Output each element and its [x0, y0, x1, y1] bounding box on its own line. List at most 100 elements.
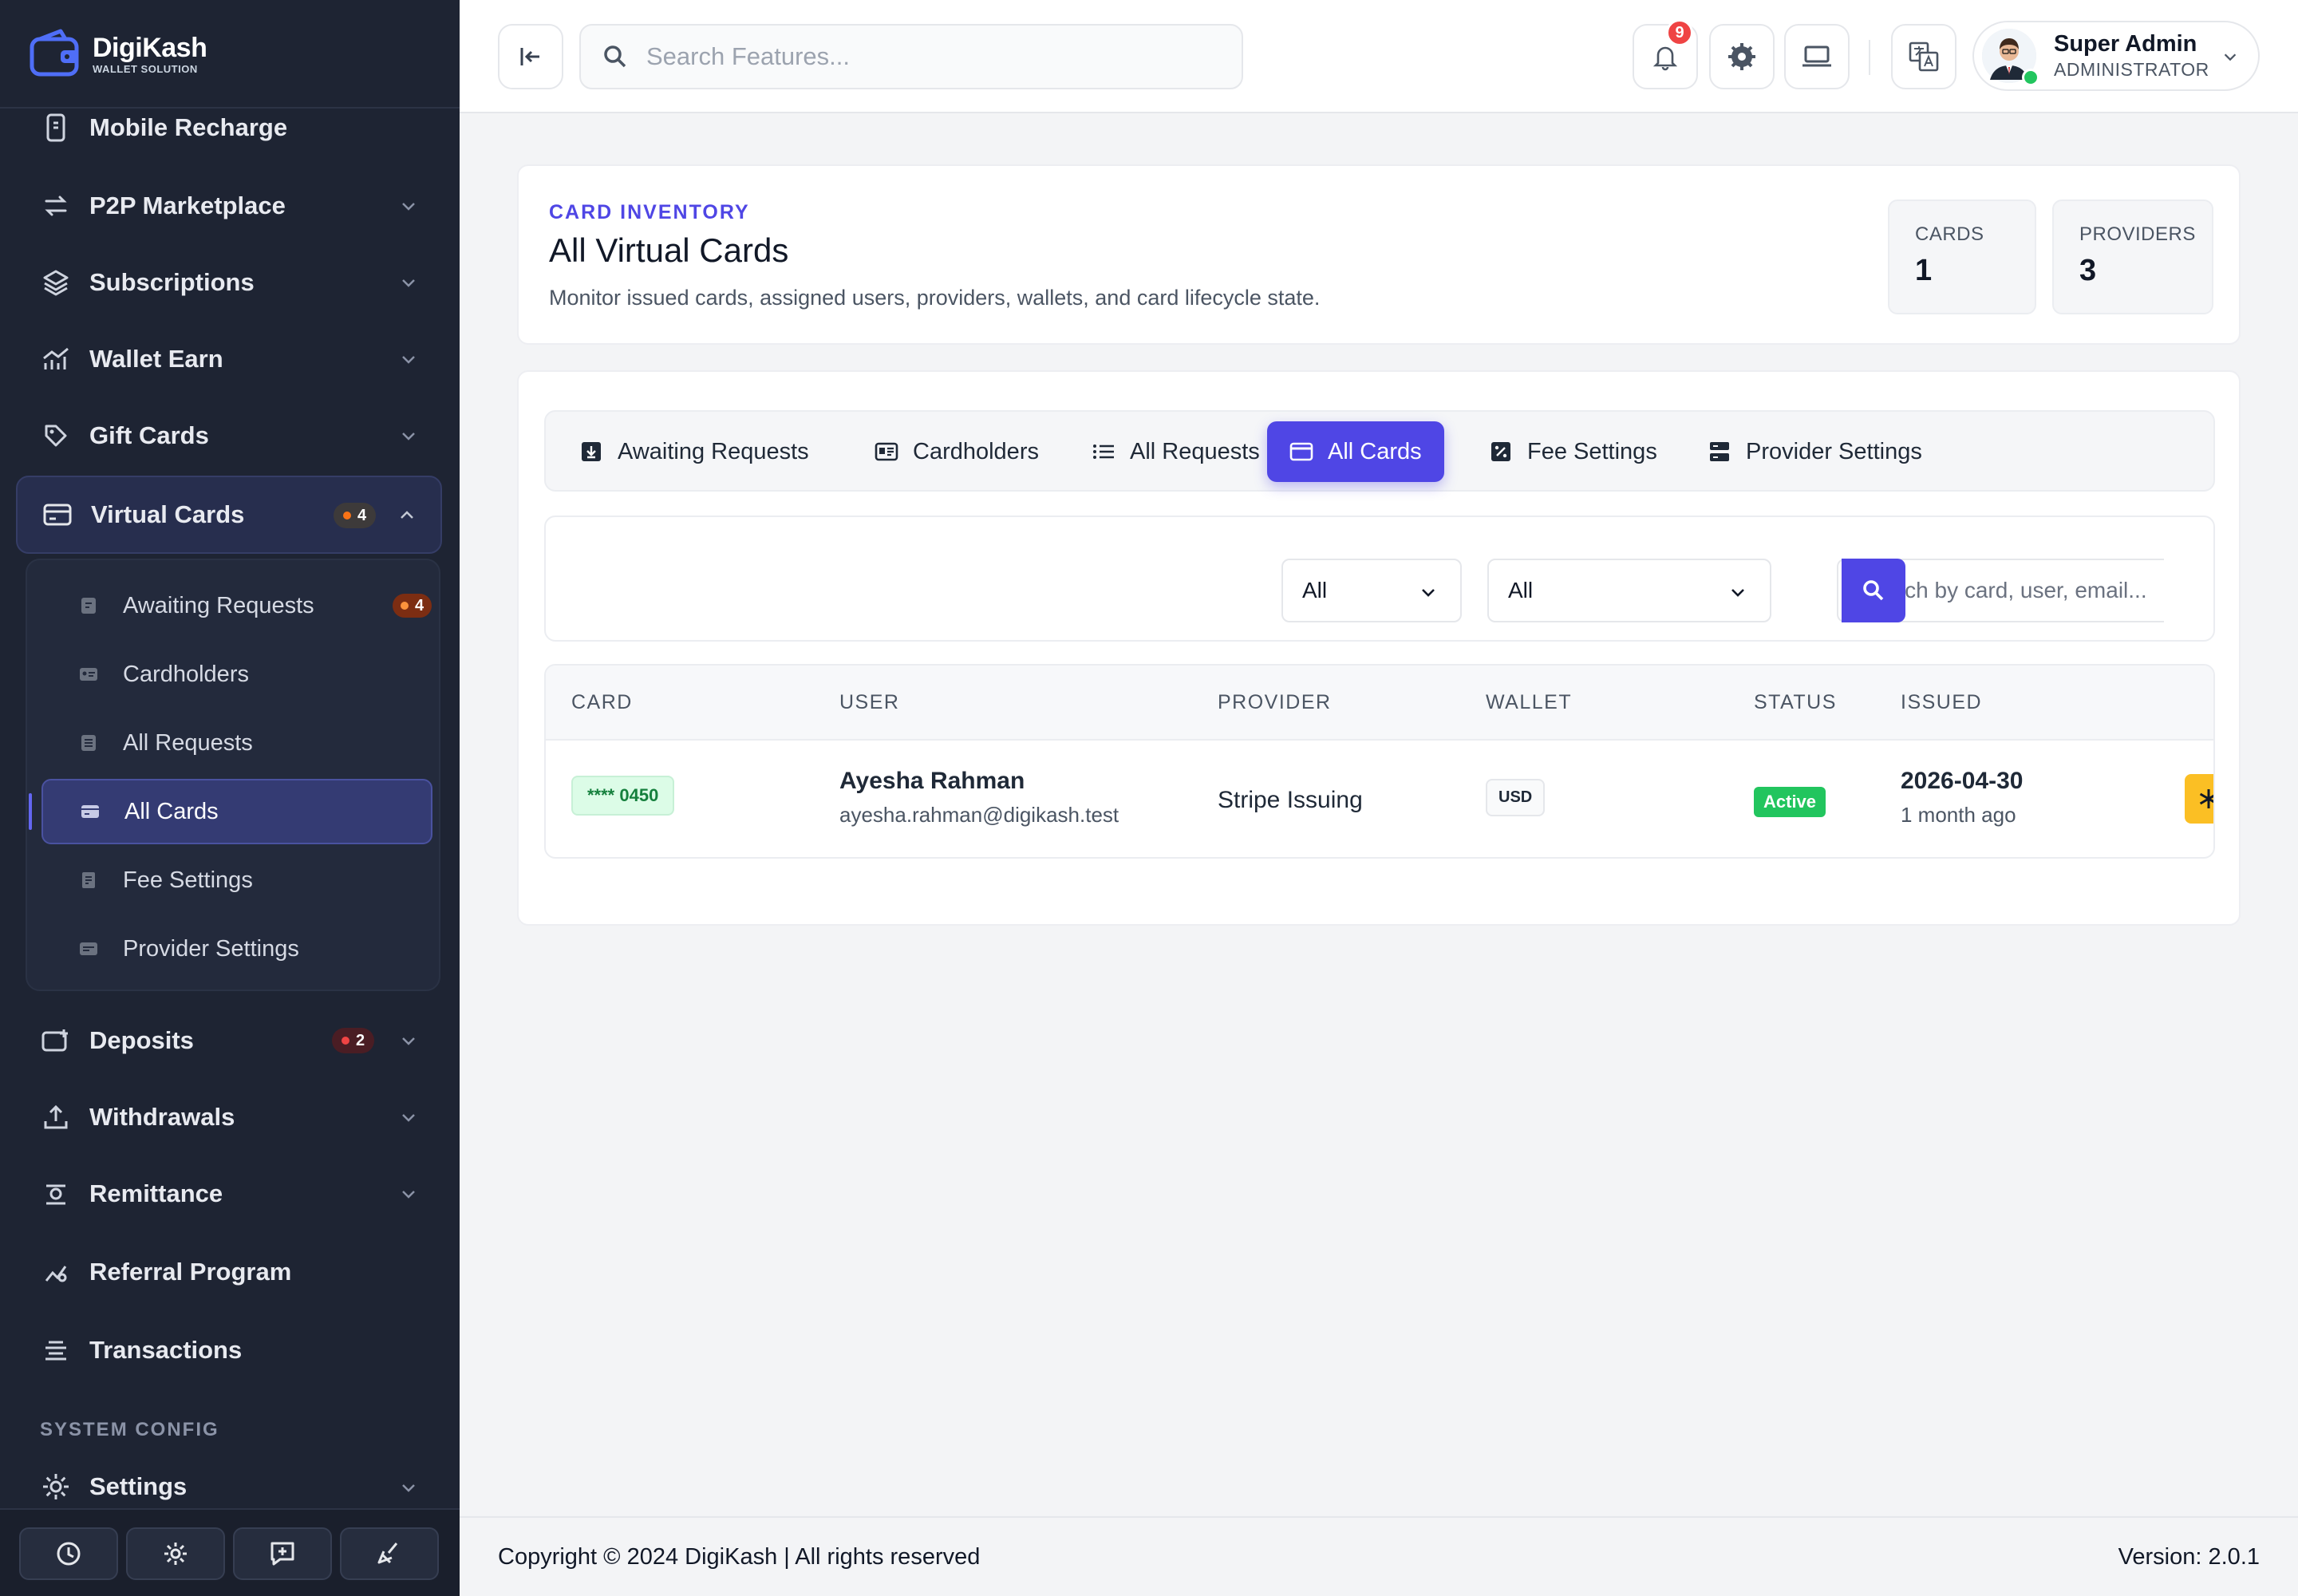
stat-value: 1 — [1915, 254, 1933, 287]
submenu-item-label: Awaiting Requests — [123, 592, 314, 618]
laptop-icon — [1802, 45, 1831, 67]
list-icon — [40, 1334, 72, 1366]
sidebar-item-label: Settings — [89, 1472, 188, 1500]
sidebar-item-subscriptions[interactable]: Subscriptions — [16, 247, 442, 318]
table-header: CARD USER PROVIDER WALLET STATUS ISSUED — [546, 666, 2213, 741]
sidebar-item-wallet-earn[interactable]: Wallet Earn — [16, 324, 442, 394]
user-profile-menu[interactable]: Super Admin ADMINISTRATOR — [1972, 21, 2260, 91]
notification-count-badge: 9 — [1666, 19, 1693, 46]
bell-icon — [1652, 46, 1678, 71]
page-eyebrow: CARD INVENTORY — [549, 201, 750, 223]
submenu-item-label: Cardholders — [123, 661, 249, 687]
chevron-down-icon — [402, 1191, 415, 1199]
feature-search[interactable] — [579, 24, 1243, 89]
tab-label: Cardholders — [913, 438, 1039, 464]
freeze-card-button[interactable]: In — [2185, 774, 2213, 824]
provider-name: Stripe Issuing — [1218, 787, 1363, 813]
tab-awaiting-requests[interactable]: Awaiting Requests — [557, 421, 831, 482]
select-value: All — [1302, 578, 1328, 602]
sidebar-item-deposits[interactable]: Deposits 2 — [16, 1005, 442, 1076]
settings-button[interactable] — [1709, 24, 1775, 89]
card-icon — [81, 805, 99, 818]
collapse-left-icon — [520, 48, 539, 65]
chevron-down-icon — [402, 203, 415, 211]
dot-icon — [401, 602, 409, 610]
cards-table: CARD USER PROVIDER WALLET STATUS ISSUED … — [544, 664, 2215, 859]
sidebar-item-withdrawals[interactable]: Withdrawals — [16, 1082, 442, 1152]
count-badge: 4 — [334, 503, 377, 528]
badge-count: 4 — [415, 596, 424, 614]
content-card: Awaiting Requests Cardholders All Reques… — [517, 370, 2241, 926]
user-cell: Ayesha Rahman ayesha.rahman@digikash.tes… — [839, 768, 1119, 828]
user-email: ayesha.rahman@digikash.test — [839, 803, 1119, 827]
clear-cache-button[interactable] — [340, 1527, 439, 1580]
search-input[interactable] — [646, 42, 1205, 71]
broom-icon — [377, 1543, 398, 1564]
filter-bar: All All — [544, 516, 2215, 642]
brand-tagline: WALLET SOLUTION — [93, 62, 198, 75]
sidebar-item-p2p-marketplace[interactable]: P2P Marketplace — [16, 171, 442, 241]
status-filter-select[interactable]: All — [1281, 559, 1462, 622]
tab-bar: Awaiting Requests Cardholders All Reques… — [544, 410, 2215, 492]
stat-cards: CARDS 1 — [1888, 200, 2036, 314]
download-box-icon — [582, 442, 601, 461]
card-icon — [1289, 442, 1313, 461]
provider-filter-select[interactable]: All — [1487, 559, 1771, 622]
chevron-down-icon — [402, 433, 415, 440]
submenu-item-fee-settings[interactable]: Fee Settings — [41, 847, 432, 913]
tab-provider-settings[interactable]: Provider Settings — [1685, 421, 1945, 482]
issued-cell: 2026-04-30 1 month ago — [1901, 768, 2023, 828]
sidebar-quick-actions — [0, 1508, 460, 1596]
tab-all-requests[interactable]: All Requests — [1069, 421, 1282, 482]
page-footer: Copyright © 2024 DigiKash | All rights r… — [460, 1516, 2298, 1596]
collapse-sidebar-button[interactable] — [498, 24, 563, 89]
stat-value: 3 — [2079, 254, 2097, 287]
tab-fee-settings[interactable]: Fee Settings — [1467, 421, 1680, 482]
sidebar-item-label: Referral Program — [89, 1258, 292, 1286]
submenu-item-all-requests[interactable]: All Requests — [41, 710, 432, 776]
sidebar-item-label: Wallet Earn — [89, 345, 223, 373]
dot-icon — [343, 512, 351, 519]
brand-name: DigiKash — [93, 32, 207, 63]
settings-quick-button[interactable] — [126, 1527, 225, 1580]
display-mode-button[interactable] — [1784, 24, 1850, 89]
stat-label: PROVIDERS — [2079, 223, 2196, 245]
count-badge: 2 — [332, 1028, 375, 1053]
dot-icon — [342, 1037, 349, 1045]
gear-icon — [40, 1471, 72, 1503]
active-indicator — [29, 793, 32, 830]
tab-cardholders[interactable]: Cardholders — [852, 421, 1061, 482]
submenu-item-awaiting-requests[interactable]: Awaiting Requests 4 — [41, 573, 432, 638]
sidebar-item-gift-cards[interactable]: Gift Cards — [16, 401, 442, 471]
wallet-plus-icon — [40, 1025, 72, 1057]
sidebar-item-virtual-cards[interactable]: Virtual Cards 4 — [16, 476, 442, 554]
sidebar-item-label: P2P Marketplace — [89, 192, 286, 219]
submenu-item-all-cards[interactable]: All Cards — [41, 779, 432, 844]
translate-icon — [1909, 41, 1939, 72]
sidebar-item-remittance[interactable]: Remittance — [16, 1159, 442, 1229]
submenu-item-cardholders[interactable]: Cardholders — [41, 642, 432, 707]
chevron-down-icon — [402, 1114, 415, 1122]
sidebar-item-label: Gift Cards — [89, 421, 209, 449]
select-value: All — [1508, 578, 1534, 602]
receipt-icon — [82, 872, 95, 888]
sidebar-item-transactions[interactable]: Transactions — [16, 1315, 442, 1385]
version-text: Version: 2.0.1 — [2118, 1543, 2260, 1570]
issued-relative: 1 month ago — [1901, 803, 2016, 827]
tab-all-cards[interactable]: All Cards — [1267, 421, 1444, 482]
history-button[interactable] — [19, 1527, 118, 1580]
column-header-user: USER — [839, 691, 900, 713]
sidebar-item-mobile-recharge[interactable]: Mobile Recharge — [16, 93, 442, 163]
notifications-button[interactable]: 9 — [1633, 19, 1698, 89]
header-divider — [1869, 40, 1870, 75]
column-header-card: CARD — [571, 691, 633, 713]
tab-label: All Cards — [1328, 438, 1422, 464]
stat-label: CARDS — [1915, 223, 1984, 245]
support-button[interactable] — [233, 1527, 332, 1580]
chevron-down-icon — [1731, 589, 1744, 597]
sidebar-item-referral-program[interactable]: Referral Program — [16, 1237, 442, 1307]
language-button[interactable] — [1891, 24, 1956, 89]
submenu-item-provider-settings[interactable]: Provider Settings — [41, 916, 432, 982]
clock-icon — [57, 1542, 81, 1566]
card-search-button[interactable] — [1842, 559, 1905, 622]
